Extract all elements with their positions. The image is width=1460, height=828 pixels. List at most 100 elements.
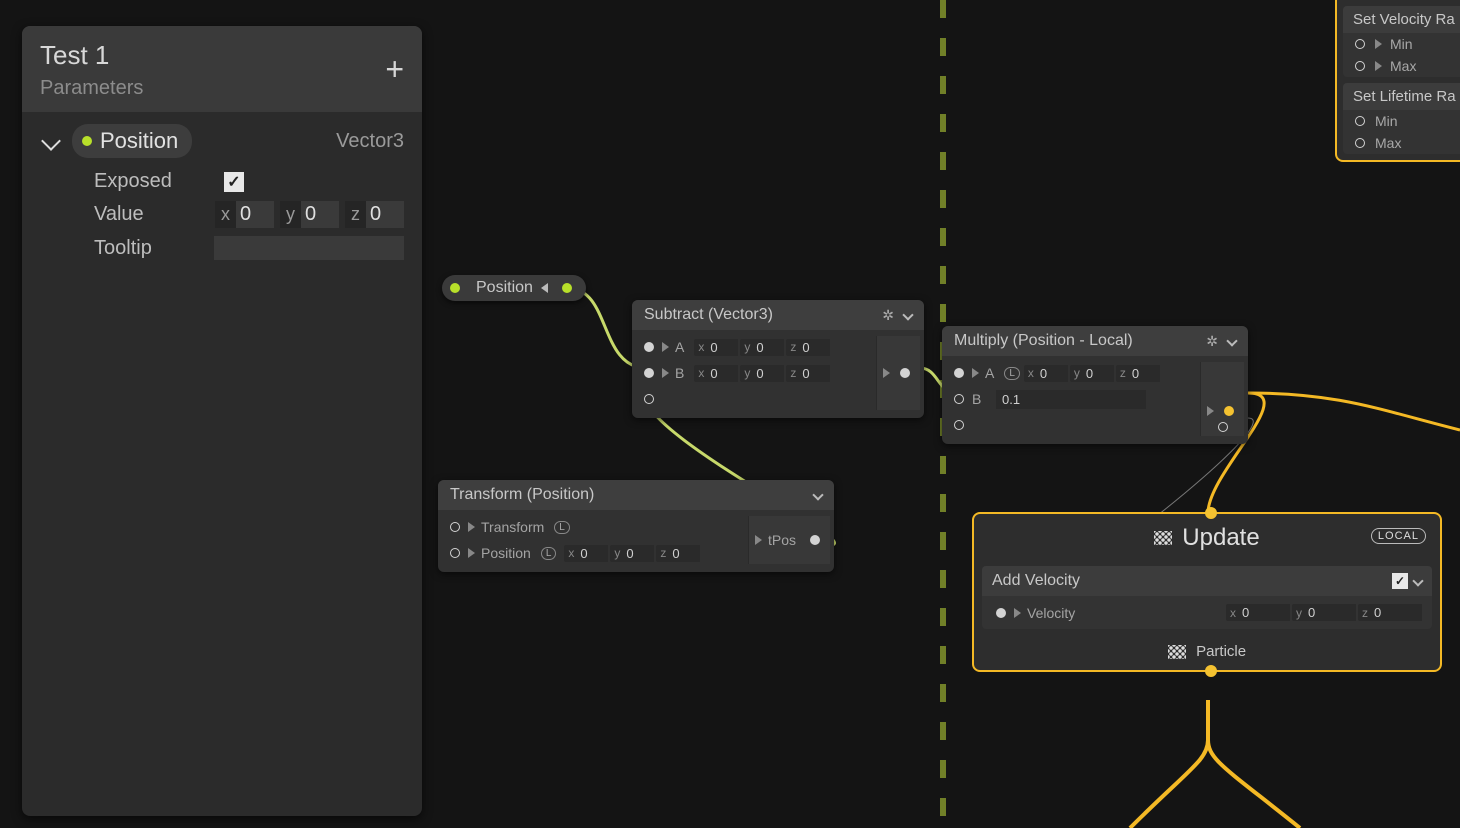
subtract-extra-port[interactable]	[636, 388, 876, 410]
transform-title: Transform (Position)	[450, 486, 594, 504]
subtract-b-y[interactable]	[754, 365, 784, 382]
blackboard-panel[interactable]: Test 1 Parameters + Position Vector3 Exp…	[22, 26, 422, 816]
port-in-a[interactable]	[644, 342, 654, 352]
port-in-b[interactable]	[644, 368, 654, 378]
port-b-label: B	[675, 365, 684, 381]
port-position[interactable]	[450, 548, 460, 558]
vx: x	[1226, 606, 1240, 620]
expand-icon[interactable]	[41, 131, 61, 151]
multiply-b-input[interactable]	[996, 390, 1146, 409]
multiply-a-x[interactable]	[1038, 365, 1068, 382]
multiply-a-y[interactable]	[1084, 365, 1114, 382]
port-empty[interactable]	[644, 394, 654, 404]
port-velocity-in[interactable]	[996, 608, 1006, 618]
node-multiply[interactable]: Multiply (Position - Local) ✲ A L x y z …	[942, 326, 1248, 444]
port-transform[interactable]	[450, 522, 460, 532]
node-header-multiply[interactable]: Multiply (Position - Local) ✲	[942, 326, 1248, 356]
mul-a-label: A	[985, 365, 994, 381]
axis-x-label: x	[215, 204, 236, 225]
subtract-a-x[interactable]	[708, 339, 738, 356]
position-out-port[interactable]	[562, 283, 572, 293]
subtract-b-x[interactable]	[708, 365, 738, 382]
triangle-icon	[468, 522, 475, 532]
triangle-icon	[755, 535, 762, 545]
multiply-input-b[interactable]: B	[946, 388, 1200, 410]
port-in-b[interactable]	[954, 394, 964, 404]
node-header-subtract[interactable]: Subtract (Vector3) ✲	[632, 300, 924, 330]
value-z-input[interactable]	[366, 201, 404, 228]
update-out-port[interactable]	[1205, 665, 1217, 677]
context-initialize-clipped[interactable]: Bounds Set Velocity Ra Min Max Set Lifet…	[1335, 0, 1460, 162]
subtract-a-z[interactable]	[800, 339, 830, 356]
add-velocity-row[interactable]: Velocity x y z	[982, 596, 1432, 629]
triangle-icon	[972, 368, 979, 378]
subtract-b-z[interactable]	[800, 365, 830, 382]
value-x-input[interactable]	[236, 201, 274, 228]
transform-pos-y[interactable]	[624, 545, 654, 562]
value-field: Value x y z	[22, 197, 422, 232]
transform-pos-z[interactable]	[670, 545, 700, 562]
triangle-icon	[1207, 406, 1214, 416]
node-transform[interactable]: Transform (Position) Transform L Positio…	[438, 480, 834, 572]
node-subtract[interactable]: Subtract (Vector3) ✲ A x y z B x	[632, 300, 924, 418]
ty: y	[610, 546, 624, 560]
port-max-life[interactable]	[1355, 138, 1365, 148]
port-tpos-out[interactable]	[810, 535, 820, 545]
multiply-output[interactable]	[1200, 362, 1244, 436]
local-badge-icon: L	[541, 547, 557, 560]
by: y	[740, 366, 754, 380]
subtract-input-b[interactable]: B x y z	[636, 362, 876, 384]
node-position-parameter[interactable]: Position	[442, 275, 586, 301]
parameter-pill-position[interactable]: Position	[72, 124, 192, 158]
update-header: Update LOCAL	[974, 514, 1440, 558]
chevron-down-icon[interactable]	[1226, 335, 1237, 346]
value-y-input[interactable]	[301, 201, 339, 228]
subtract-a-y[interactable]	[754, 339, 784, 356]
position-node-label: Position	[476, 279, 533, 297]
subtract-title: Subtract (Vector3)	[644, 306, 773, 324]
value-label: Value	[94, 203, 215, 226]
block-set-velocity-random[interactable]: Set Velocity Ra Min Max	[1343, 6, 1460, 77]
exposed-label: Exposed	[94, 170, 224, 193]
chevron-down-icon[interactable]	[812, 489, 823, 500]
gear-icon[interactable]: ✲	[1206, 333, 1218, 350]
vz: z	[1358, 606, 1372, 620]
node-header-transform[interactable]: Transform (Position)	[438, 480, 834, 510]
velocity-z[interactable]	[1372, 604, 1422, 621]
multiply-input-a[interactable]: A L x y z	[946, 362, 1200, 384]
axis-y-label: y	[280, 204, 301, 225]
exposed-checkbox[interactable]: ✓	[224, 172, 244, 192]
port-empty[interactable]	[954, 420, 964, 430]
multiply-a-z[interactable]	[1130, 365, 1160, 382]
triangle-icon	[1375, 39, 1382, 49]
port-max-vel[interactable]	[1355, 61, 1365, 71]
velocity-x[interactable]	[1240, 604, 1290, 621]
block-set-lifetime-random[interactable]: Set Lifetime Ra Min Max	[1343, 83, 1460, 154]
block-add-velocity[interactable]: Add Velocity ✓ Velocity x y z	[982, 566, 1432, 629]
port-out-2[interactable]	[1218, 422, 1228, 432]
gear-icon[interactable]: ✲	[882, 307, 894, 324]
transform-pos-x[interactable]	[578, 545, 608, 562]
chevron-down-icon[interactable]	[1412, 575, 1423, 586]
subtract-input-a[interactable]: A x y z	[636, 336, 876, 358]
collapse-caret-icon[interactable]	[541, 283, 548, 293]
velocity-y[interactable]	[1306, 604, 1356, 621]
local-space-badge[interactable]: LOCAL	[1371, 528, 1426, 544]
chevron-down-icon[interactable]	[902, 309, 913, 320]
port-min-life[interactable]	[1355, 116, 1365, 126]
add-parameter-button[interactable]: +	[385, 53, 404, 85]
context-update[interactable]: Update LOCAL Add Velocity ✓ Velocity x y…	[972, 512, 1442, 672]
port-min-vel[interactable]	[1355, 39, 1365, 49]
maz: z	[1116, 366, 1130, 380]
transform-input-transform[interactable]: Transform L	[442, 516, 748, 538]
transform-output[interactable]: tPos	[748, 516, 830, 564]
add-velocity-enabled-checkbox[interactable]: ✓	[1392, 573, 1408, 589]
subtract-output[interactable]	[876, 336, 920, 410]
port-in-a[interactable]	[954, 368, 964, 378]
tooltip-input[interactable]	[214, 236, 404, 260]
port-out[interactable]	[900, 368, 910, 378]
exposed-field: Exposed ✓	[22, 166, 422, 197]
transform-input-position[interactable]: Position L x y z	[442, 542, 748, 564]
multiply-extra-port[interactable]	[946, 414, 1200, 436]
port-out-1[interactable]	[1224, 406, 1234, 416]
